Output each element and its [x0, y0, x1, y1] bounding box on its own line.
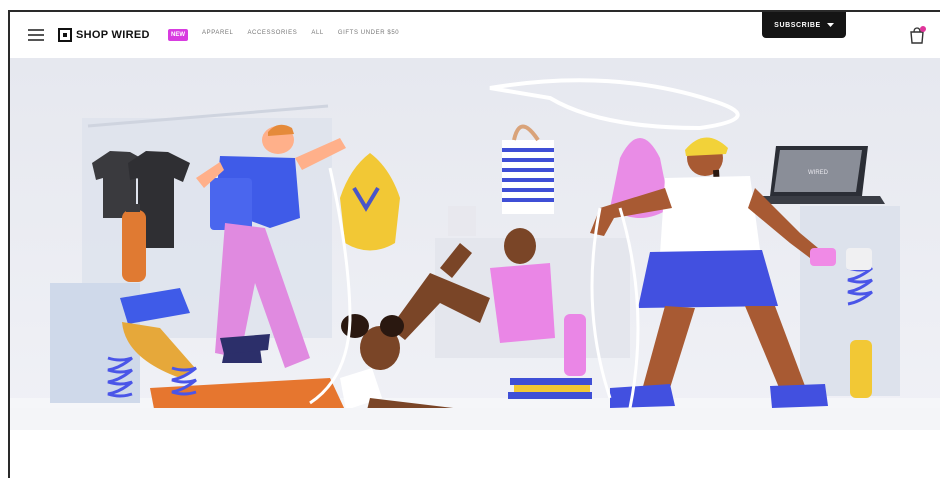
logo-icon — [58, 28, 72, 42]
menu-item-gifts[interactable]: GIFTS UNDER $50 — [338, 30, 399, 36]
main-menu: APPAREL ACCESSORIES ALL GIFTS UNDER $50 — [202, 30, 399, 36]
top-nav: SHOP WIRED NEW APPAREL ACCESSORIES ALL G… — [10, 12, 940, 58]
hero-illustration: WIRED — [10, 58, 940, 420]
menu-item-accessories[interactable]: ACCESSORIES — [247, 30, 297, 36]
laptop-screen-text: WIRED — [808, 170, 829, 176]
logo-text: SHOP WIRED — [76, 29, 150, 41]
subscribe-button[interactable]: SUBSCRIBE — [762, 12, 846, 38]
hero-bottom-strip — [10, 408, 940, 430]
subscribe-label: SUBSCRIBE — [774, 21, 821, 29]
chevron-down-icon — [826, 22, 834, 27]
cart-button[interactable] — [908, 26, 926, 44]
hamburger-menu-icon[interactable] — [28, 29, 44, 41]
cart-notification-dot — [920, 26, 926, 32]
menu-item-all[interactable]: ALL — [311, 30, 323, 36]
menu-item-apparel[interactable]: APPAREL — [202, 30, 233, 36]
new-badge[interactable]: NEW — [168, 29, 188, 41]
logo[interactable]: SHOP WIRED — [58, 26, 150, 44]
